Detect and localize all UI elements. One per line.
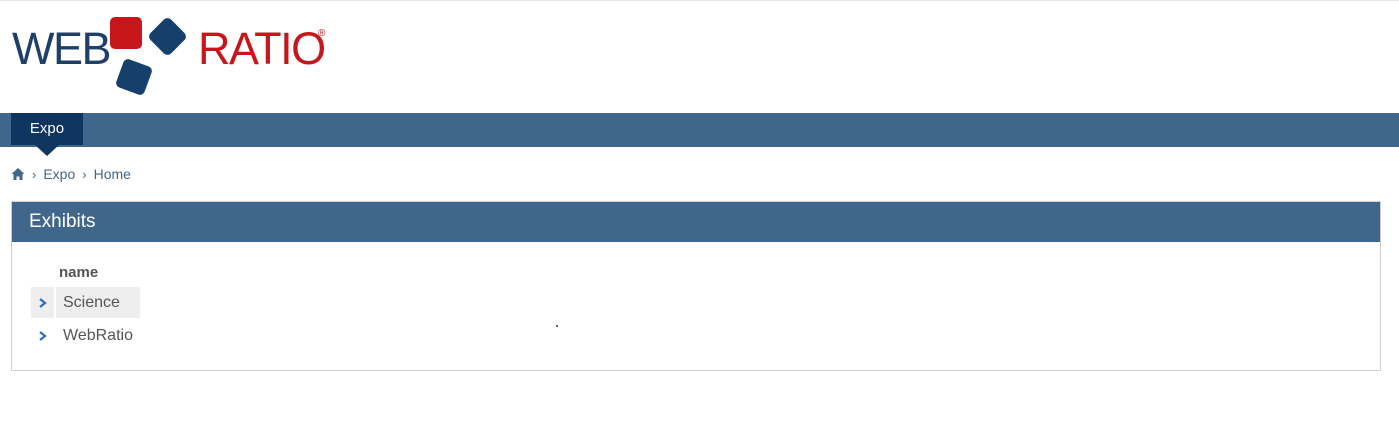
top-border: [0, 0, 1399, 1]
breadcrumb-separator: ›: [32, 166, 37, 182]
breadcrumb: › Expo › Home: [11, 165, 131, 183]
nav-tab-expo[interactable]: Expo: [11, 113, 83, 145]
breadcrumb-separator: ›: [82, 166, 87, 182]
logo-registered-mark: ®: [318, 28, 326, 39]
panel-title: Exhibits: [29, 211, 96, 232]
logo-text-ratio: RATIO: [198, 23, 326, 74]
list-item-label[interactable]: WebRatio: [56, 320, 153, 351]
chevron-right-icon[interactable]: [31, 320, 54, 351]
list-item[interactable]: WebRatio: [31, 320, 153, 351]
list-item[interactable]: Science: [31, 287, 140, 318]
column-header-name: name: [59, 264, 99, 281]
exhibits-panel: Exhibits name Science WebRatio: [11, 201, 1381, 371]
logo-blue-square: [114, 57, 154, 97]
chevron-right-icon[interactable]: [31, 287, 54, 318]
stray-dot: [556, 325, 558, 327]
logo-blue-diamond: [146, 15, 189, 58]
nav-tab-active-caret: [35, 145, 59, 156]
home-icon[interactable]: [11, 167, 25, 181]
panel-header: Exhibits: [12, 202, 1380, 242]
main-nav-bar: Expo: [0, 113, 1399, 156]
list-item-label[interactable]: Science: [56, 287, 140, 318]
logo-red-square: [110, 17, 142, 49]
breadcrumb-item-home[interactable]: Home: [94, 166, 131, 182]
logo-text-web: WEB: [12, 23, 112, 74]
breadcrumb-item-expo[interactable]: Expo: [43, 166, 75, 182]
webratio-logo[interactable]: WEB RATIO ®: [12, 14, 332, 100]
